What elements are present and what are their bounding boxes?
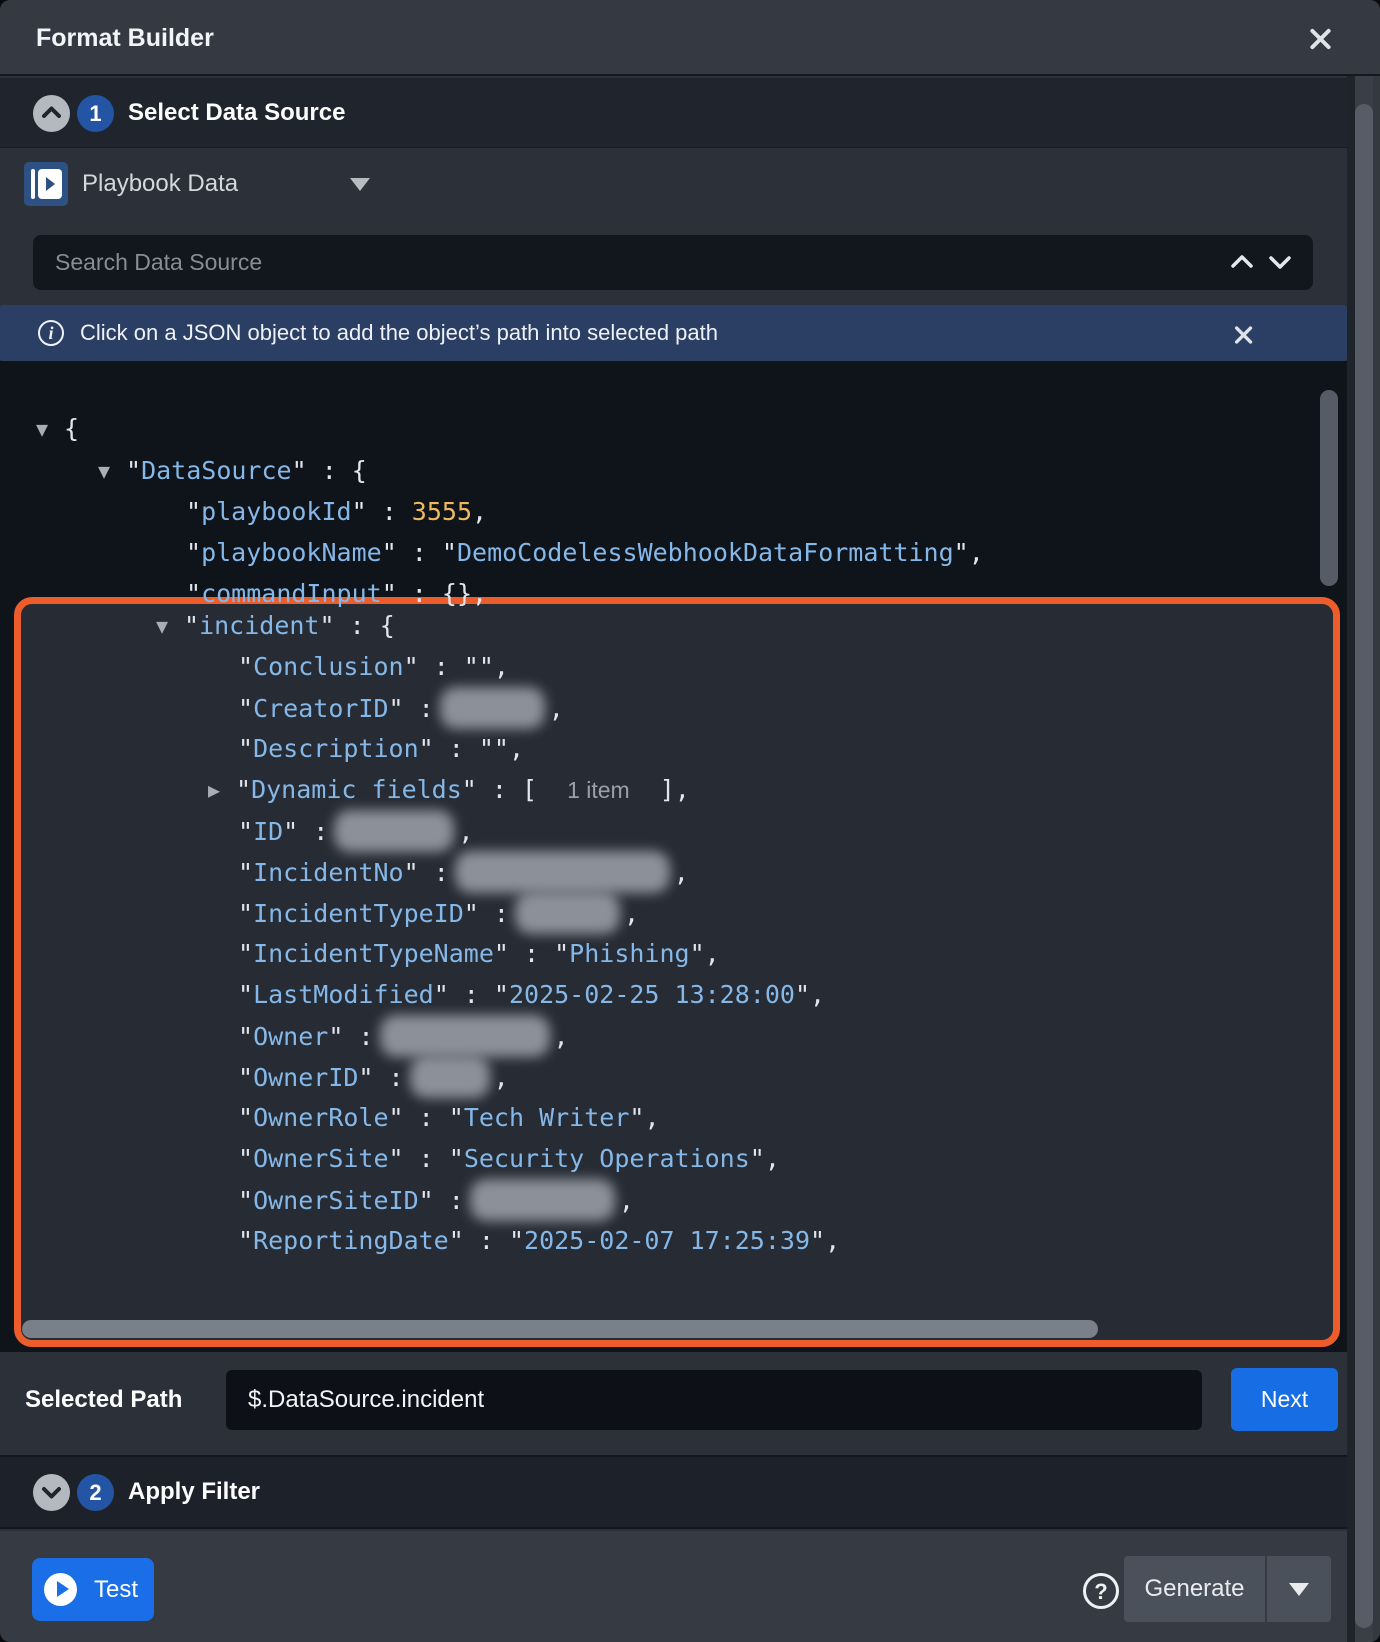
section1-title: Select Data Source [128, 99, 345, 127]
json-line[interactable]: "ID" :, [0, 810, 1347, 851]
dialog-scrollbar-thumb[interactable] [1355, 104, 1373, 1628]
json-line[interactable]: ▼{ [0, 408, 1347, 449]
json-line[interactable]: "LastModified" : "2025-02-25 13:28:00", [0, 974, 1347, 1015]
json-line[interactable]: ▼"DataSource" : { [0, 450, 1347, 491]
json-line[interactable]: "OwnerID" :, [0, 1056, 1347, 1097]
redacted-value [334, 810, 454, 852]
redacted-value [470, 1179, 615, 1221]
banner-close-icon[interactable] [1233, 324, 1255, 346]
play-icon [44, 1573, 77, 1606]
json-line[interactable]: "IncidentTypeID" :, [0, 892, 1347, 933]
chevron-down-icon[interactable] [1266, 248, 1294, 281]
collapse-section1-button[interactable] [33, 95, 70, 132]
json-line[interactable]: ▼"incident" : { [0, 605, 1347, 646]
selected-path-label: Selected Path [25, 1370, 182, 1430]
scroll-gutter [1347, 76, 1355, 1642]
json-line[interactable]: "Conclusion" : "", [0, 646, 1347, 687]
chevron-down-icon [1289, 1583, 1309, 1596]
json-vertical-scrollbar[interactable] [1320, 390, 1338, 586]
redacted-value [440, 687, 545, 729]
json-line[interactable]: "IncidentNo" :, [0, 851, 1347, 892]
redacted-value [380, 1015, 550, 1057]
info-banner-text: Click on a JSON object to add the object… [80, 305, 718, 361]
help-icon[interactable]: ? [1083, 1573, 1119, 1609]
dialog-title: Format Builder [36, 0, 214, 76]
footer: Test ? Generate [0, 1531, 1347, 1642]
expand-section2-button[interactable] [33, 1474, 70, 1511]
json-line[interactable]: "OwnerSiteID" :, [0, 1179, 1347, 1220]
next-button[interactable]: Next [1231, 1368, 1338, 1431]
close-icon[interactable] [1308, 26, 1334, 52]
redacted-value [515, 892, 620, 934]
json-line[interactable]: "CreatorID" :, [0, 687, 1347, 728]
section2-title: Apply Filter [128, 1478, 260, 1506]
info-banner: i Click on a JSON object to add the obje… [0, 305, 1347, 361]
step2-badge: 2 [77, 1474, 114, 1511]
redacted-value [410, 1056, 490, 1098]
json-line[interactable]: "playbookName" : "DemoCodelessWebhookDat… [0, 532, 1347, 573]
dialog-edge [1373, 76, 1380, 1642]
chevron-down-icon[interactable] [350, 178, 370, 191]
json-line[interactable]: "Owner" :, [0, 1015, 1347, 1056]
generate-button[interactable]: Generate [1124, 1556, 1265, 1622]
json-line[interactable]: "OwnerSite" : "Security Operations", [0, 1138, 1347, 1179]
step1-badge: 1 [77, 95, 114, 132]
chevron-up-icon[interactable] [1228, 248, 1256, 281]
json-horizontal-scrollbar[interactable] [22, 1320, 1098, 1338]
section-select-data-source: 1 Select Data Source [0, 78, 1347, 148]
json-line[interactable]: "ReportingDate" : "2025-02-07 17:25:39", [0, 1220, 1347, 1261]
redacted-value [455, 851, 670, 893]
selected-path-input[interactable] [226, 1370, 1202, 1430]
json-line[interactable]: "OwnerRole" : "Tech Writer", [0, 1097, 1347, 1138]
format-builder-dialog: Format Builder 1 Select Data Source Play… [0, 0, 1380, 1642]
data-source-dropdown[interactable]: Playbook Data [82, 162, 238, 206]
json-tree: ▼{▼"DataSource" : {"playbookId" : 3555,"… [0, 361, 1347, 1352]
json-line[interactable]: "Description" : "", [0, 728, 1347, 769]
playbook-icon [24, 162, 68, 206]
json-line[interactable]: ▶"Dynamic fields" : [1 item], [0, 769, 1347, 810]
test-button-label: Test [94, 1576, 138, 1603]
search-input[interactable] [33, 235, 1313, 290]
test-button[interactable]: Test [32, 1558, 154, 1621]
generate-dropdown-button[interactable] [1267, 1556, 1331, 1622]
titlebar: Format Builder [0, 0, 1380, 76]
json-line[interactable]: "IncidentTypeName" : "Phishing", [0, 933, 1347, 974]
info-icon: i [38, 320, 64, 346]
json-line[interactable]: "playbookId" : 3555, [0, 491, 1347, 532]
section-apply-filter: 2 Apply Filter [0, 1455, 1347, 1529]
